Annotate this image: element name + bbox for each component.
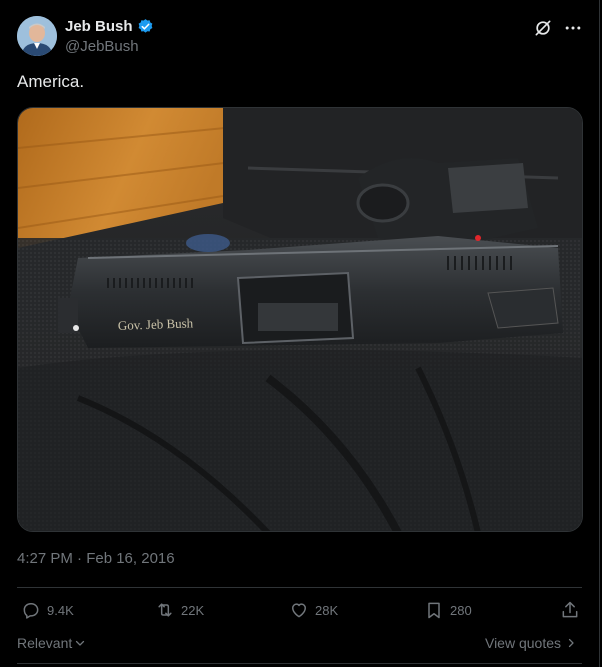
sort-label: Relevant xyxy=(17,635,73,651)
author-handle[interactable]: @JebBush xyxy=(65,38,139,55)
slide-engraving: Gov. Jeb Bush xyxy=(118,315,194,333)
bookmark-count: 280 xyxy=(450,602,472,618)
author-name[interactable]: Jeb Bush xyxy=(65,18,133,35)
chevron-down-icon xyxy=(74,637,86,649)
reply-button[interactable]: 9.4K xyxy=(21,600,74,620)
repost-icon xyxy=(155,600,175,620)
like-button[interactable]: 28K xyxy=(289,600,338,620)
avatar-image xyxy=(17,16,57,56)
tweet-photo[interactable]: Gov. Jeb Bush xyxy=(17,107,583,532)
share-icon xyxy=(560,600,580,620)
tweet-header: Jeb Bush @JebBush xyxy=(17,16,583,58)
repost-button[interactable]: 22K xyxy=(155,600,204,620)
repost-count: 22K xyxy=(181,602,205,618)
action-bar: 9.4K 22K 28K 280 xyxy=(17,598,582,624)
sort-replies-dropdown[interactable]: Relevant xyxy=(17,635,86,651)
reply-count: 9.4K xyxy=(47,602,74,618)
bookmark-icon xyxy=(424,600,444,620)
heart-icon xyxy=(289,600,309,620)
pistol-photo: Gov. Jeb Bush xyxy=(18,108,582,531)
divider xyxy=(17,663,582,664)
reply-icon xyxy=(21,600,41,620)
verified-badge-icon xyxy=(137,18,154,35)
tweet-detail: Jeb Bush @JebBush America. Gov. Jeb Bush… xyxy=(0,0,600,667)
bookmark-button[interactable]: 280 xyxy=(424,600,472,620)
tweet-text: America. xyxy=(17,72,85,91)
grok-icon[interactable] xyxy=(533,18,553,38)
tweet-timestamp[interactable]: 4:27 PM · Feb 16, 2016 xyxy=(17,550,175,567)
divider xyxy=(17,587,582,588)
like-count: 28K xyxy=(315,602,339,618)
more-options-icon[interactable] xyxy=(563,18,583,38)
view-quotes-link[interactable]: View quotes xyxy=(485,635,577,651)
view-quotes-label: View quotes xyxy=(484,635,561,651)
avatar[interactable] xyxy=(17,16,57,56)
chevron-right-icon xyxy=(565,637,577,649)
share-button[interactable] xyxy=(560,600,580,620)
